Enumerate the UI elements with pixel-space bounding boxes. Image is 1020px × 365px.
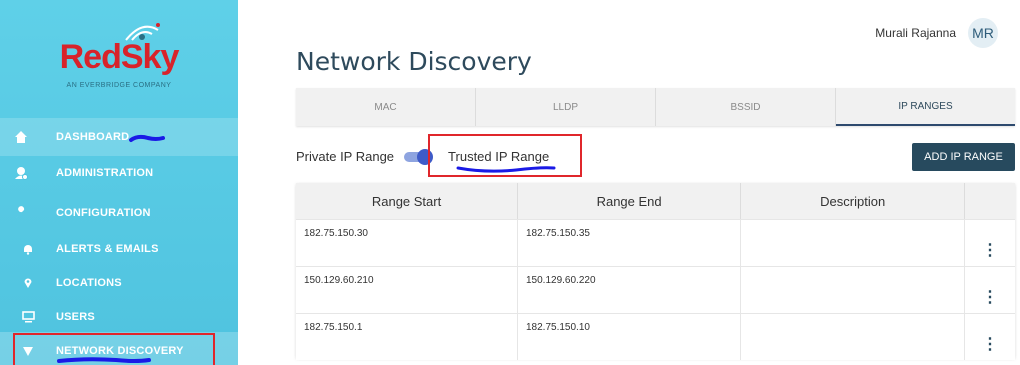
cell-description (741, 314, 965, 360)
row-actions: ⋮ (965, 314, 1015, 360)
table-row[interactable]: 182.75.150.30 182.75.150.35 ⋮ (296, 219, 1015, 266)
cell-range-start: 150.129.60.210 (296, 267, 518, 313)
table-row[interactable]: 150.129.60.210 150.129.60.220 ⋮ (296, 266, 1015, 313)
add-ip-range-button[interactable]: ADD IP RANGE (912, 143, 1015, 171)
more-vertical-icon[interactable]: ⋮ (982, 287, 998, 307)
sidebar-item-locations[interactable]: LOCATIONS (0, 264, 238, 302)
admin-icon (10, 166, 32, 180)
cell-range-end: 182.75.150.35 (518, 220, 741, 266)
tab-bssid[interactable]: BSSID (656, 88, 836, 126)
monitor-icon (20, 311, 36, 323)
tab-bar: MAC LLDP BSSID IP RANGES (296, 88, 1015, 126)
cell-range-start: 182.75.150.30 (296, 220, 518, 266)
column-header-actions (965, 183, 1015, 219)
logo-text: RedSky (59, 38, 180, 76)
bell-icon (20, 243, 36, 255)
wrench-icon (10, 206, 32, 220)
tab-ip-ranges[interactable]: IP RANGES (836, 88, 1015, 126)
column-header-range-start[interactable]: Range Start (296, 183, 519, 219)
ip-range-toggle[interactable] (404, 148, 434, 165)
ip-range-table: Range Start Range End Description 182.75… (296, 183, 1015, 360)
home-icon (10, 130, 32, 144)
table-row[interactable]: 182.75.150.1 182.75.150.10 ⋮ (296, 313, 1015, 360)
sidebar-item-label: ADMINISTRATION (56, 167, 154, 179)
more-vertical-icon[interactable]: ⋮ (982, 240, 998, 260)
cell-range-start: 182.75.150.1 (296, 314, 518, 360)
annotation-scribble-network-discovery (57, 357, 151, 363)
tab-lldp[interactable]: LLDP (476, 88, 656, 126)
sidebar-item-label: ALERTS & EMAILS (56, 243, 159, 255)
cell-range-end: 182.75.150.10 (518, 314, 741, 360)
annotation-scribble-dashboard (129, 134, 165, 142)
sidebar: RedSky AN EVERBRIDGE COMPANY DASHBOARD A… (0, 0, 238, 365)
column-header-range-end[interactable]: Range End (518, 183, 742, 219)
sidebar-item-users[interactable]: USERS (0, 298, 238, 336)
row-actions: ⋮ (965, 267, 1015, 313)
cell-range-end: 150.129.60.220 (518, 267, 741, 313)
cell-description (741, 220, 965, 266)
row-actions: ⋮ (965, 220, 1015, 266)
cell-description (741, 267, 965, 313)
tab-mac[interactable]: MAC (296, 88, 476, 126)
map-pin-icon (20, 277, 36, 289)
sidebar-item-label: LOCATIONS (56, 277, 122, 289)
sidebar-item-dashboard[interactable]: DASHBOARD (0, 118, 238, 156)
sidebar-item-alerts-emails[interactable]: ALERTS & EMAILS (0, 230, 238, 268)
more-vertical-icon[interactable]: ⋮ (982, 334, 998, 354)
avatar[interactable]: MR (968, 18, 998, 48)
table-header: Range Start Range End Description (296, 183, 1015, 219)
user-menu[interactable]: Murali Rajanna MR (875, 18, 998, 48)
user-name: Murali Rajanna (875, 26, 956, 40)
page-title: Network Discovery (296, 47, 532, 76)
sidebar-item-label: USERS (56, 311, 95, 323)
annotation-scribble-trusted (456, 166, 556, 173)
sidebar-item-configuration[interactable]: CONFIGURATION (0, 194, 238, 232)
logo-subtext: AN EVERBRIDGE COMPANY (66, 82, 172, 89)
redsky-logo[interactable]: RedSky AN EVERBRIDGE COMPANY (0, 12, 238, 102)
sidebar-item-administration[interactable]: ADMINISTRATION (0, 154, 238, 192)
column-header-description[interactable]: Description (741, 183, 966, 219)
private-ip-range-label: Private IP Range (296, 149, 395, 164)
sidebar-item-label: DASHBOARD (56, 131, 130, 143)
sidebar-item-label: CONFIGURATION (56, 207, 151, 219)
